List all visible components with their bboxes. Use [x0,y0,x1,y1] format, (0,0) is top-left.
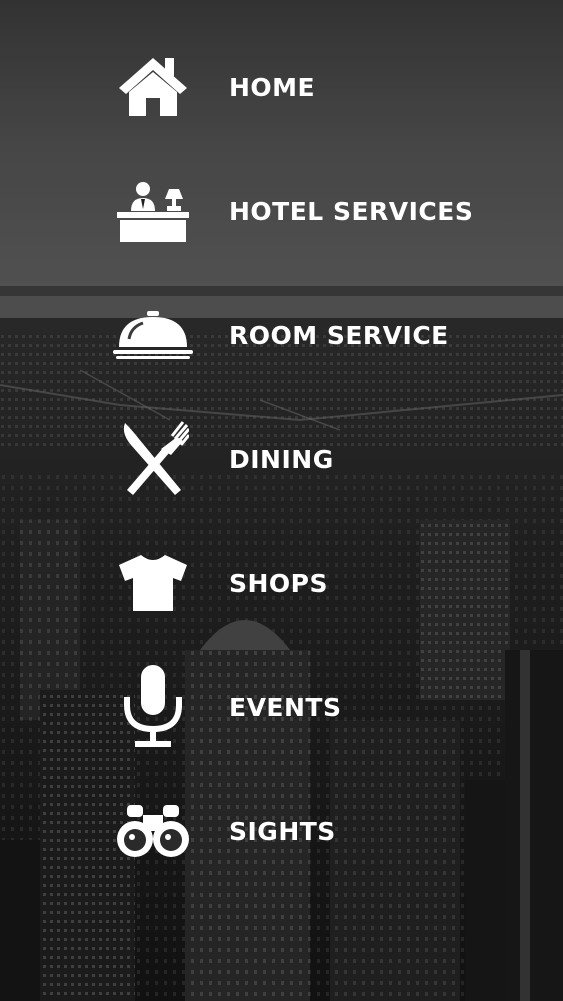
nav-label-home: HOME [229,72,316,102]
nav-item-events[interactable]: EVENTS [112,659,532,755]
nav-item-hotel-services[interactable]: HOTEL SERVICES [112,163,532,259]
menu-screen: HOME HOTEL SERVICES ROOM SERVICE DINING … [0,0,563,1001]
front-desk-icon [112,170,194,252]
nav-item-home[interactable]: HOME [112,39,532,135]
nav-label-sights: SIGHTS [229,816,336,846]
nav-item-dining[interactable]: DINING [112,411,532,507]
microphone-icon [112,665,194,748]
cloche-icon [112,294,194,376]
binoculars-icon [112,790,194,872]
home-icon [112,46,194,128]
nav-item-room-service[interactable]: ROOM SERVICE [112,287,532,383]
nav-label-hotel-services: HOTEL SERVICES [229,196,474,226]
nav-label-dining: DINING [229,444,334,474]
t-shirt-icon [112,542,194,624]
nav-label-events: EVENTS [229,692,342,722]
nav-label-shops: SHOPS [229,568,329,598]
nav-item-shops[interactable]: SHOPS [112,535,532,631]
nav-label-room-service: ROOM SERVICE [229,320,449,350]
nav-item-sights[interactable]: SIGHTS [112,783,532,879]
fork-knife-icon [112,418,194,500]
